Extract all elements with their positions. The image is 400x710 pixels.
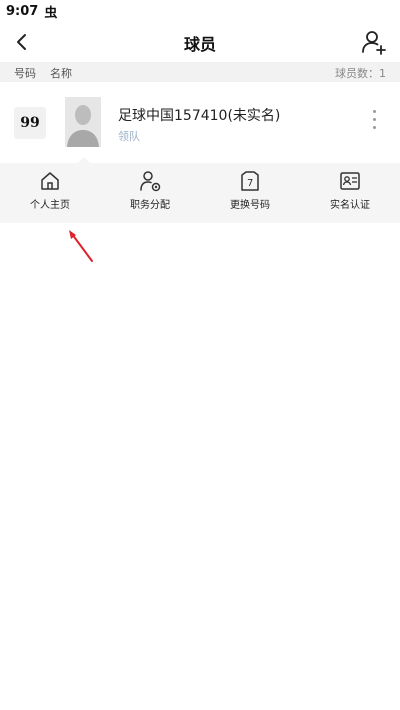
action-real-name-verification[interactable]: 实名认证 [300,169,400,221]
status-bar: 9:07 虫 [0,0,400,22]
player-role: 领队 [118,130,140,143]
jersey-icon: 7 [241,171,259,191]
page-title: 球员 [183,35,216,54]
column-number-label: 号码 [14,67,36,80]
more-dot [372,126,376,129]
column-name-label: 名称 [50,67,72,80]
action-personal-homepage[interactable]: 个人主页 [0,169,100,221]
action-label: 实名认证 [330,200,370,211]
action-label: 个人主页 [30,200,70,211]
id-card-icon [340,172,360,190]
jersey-number-badge: 99 [14,107,46,139]
status-time: 9:07 [6,3,39,19]
home-icon [41,172,59,190]
user-gear-icon [140,171,161,192]
more-options-button[interactable] [370,110,378,134]
list-header: 号码 名称 球员数：1 [0,62,400,82]
player-name: 足球中国157410(未实名) [118,108,281,124]
nav-bar: 球员 [0,22,400,62]
panel-caret [77,157,91,164]
action-label: 更换号码 [230,200,270,211]
person-silhouette-icon [65,97,101,147]
more-dot [372,118,376,121]
player-count: 球员数：1 [335,67,386,80]
add-user-icon [362,31,386,55]
notification-icon: 虫 [44,5,58,21]
annotation-arrow-icon [69,230,93,262]
avatar [65,97,101,147]
action-change-number[interactable]: 7 更换号码 [200,169,300,221]
more-dot [372,110,376,113]
svg-text:7: 7 [247,178,253,189]
action-label: 职务分配 [130,200,170,211]
add-player-button[interactable] [360,28,388,56]
action-assign-position[interactable]: 职务分配 [100,169,200,221]
player-action-panel: 个人主页 职务分配 7 更换号码 实名认证 [0,157,400,223]
player-row[interactable]: 99 足球中国157410(未实名) 领队 [0,90,400,154]
